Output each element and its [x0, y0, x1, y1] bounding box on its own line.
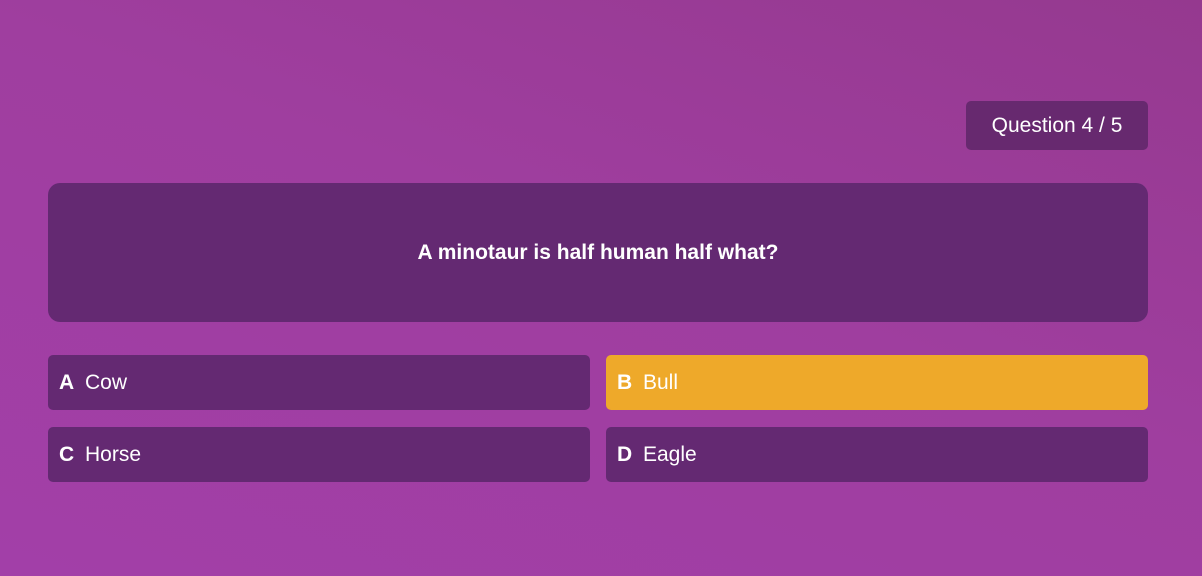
answer-text: Horse: [85, 442, 142, 466]
answer-option-d[interactable]: D Eagle: [606, 427, 1148, 482]
answer-text: Bull: [643, 370, 679, 394]
answer-letter: C: [59, 442, 75, 466]
question-counter-label: Question 4 / 5: [991, 113, 1123, 137]
answer-letter: D: [617, 442, 633, 466]
answer-letter: A: [59, 370, 75, 394]
question-counter: Question 4 / 5: [966, 101, 1148, 150]
question-text: A minotaur is half human half what?: [417, 240, 779, 264]
answer-grid: A Cow B Bull C Horse D Eagle: [48, 355, 1148, 482]
answer-text: Cow: [85, 370, 128, 394]
answer-letter: B: [617, 370, 633, 394]
answer-text: Eagle: [643, 442, 697, 466]
answer-option-c[interactable]: C Horse: [48, 427, 590, 482]
answer-option-b[interactable]: B Bull: [606, 355, 1148, 410]
question-card: A minotaur is half human half what?: [48, 183, 1148, 322]
answer-option-a[interactable]: A Cow: [48, 355, 590, 410]
